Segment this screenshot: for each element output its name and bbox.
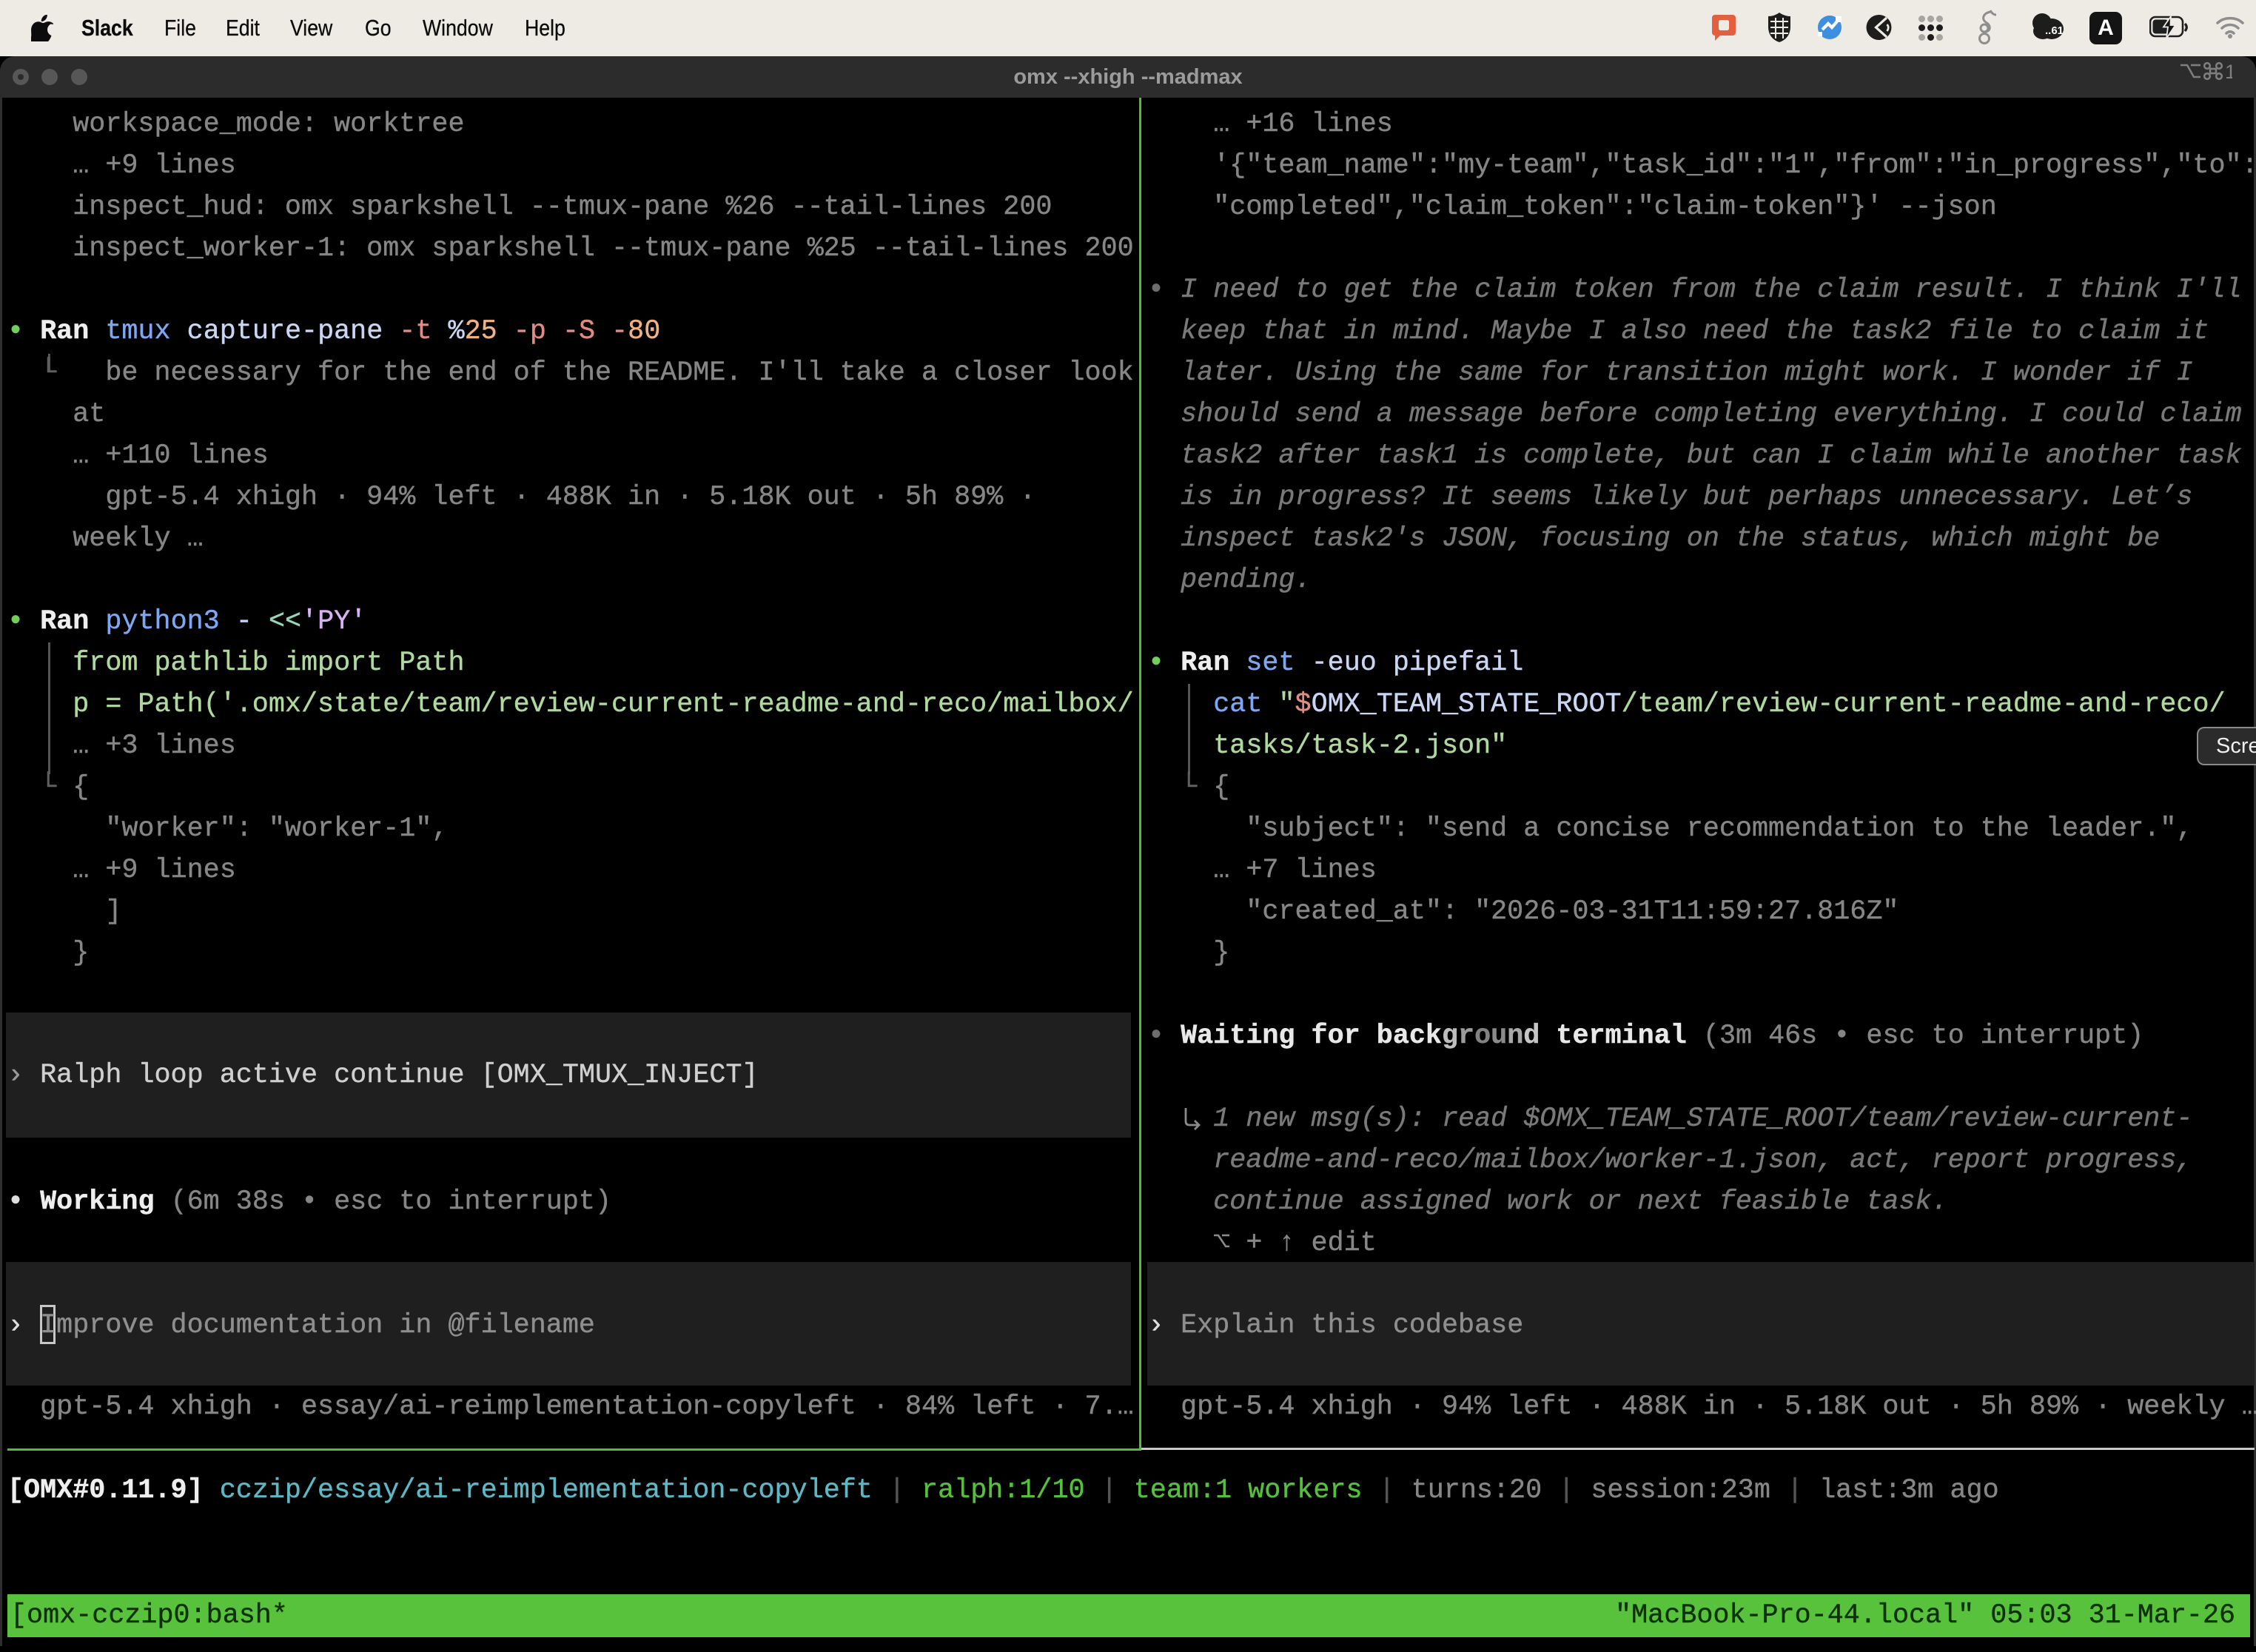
svg-text:1: 1 [2225,61,2232,83]
svg-text:..61: ..61 [2045,24,2064,37]
